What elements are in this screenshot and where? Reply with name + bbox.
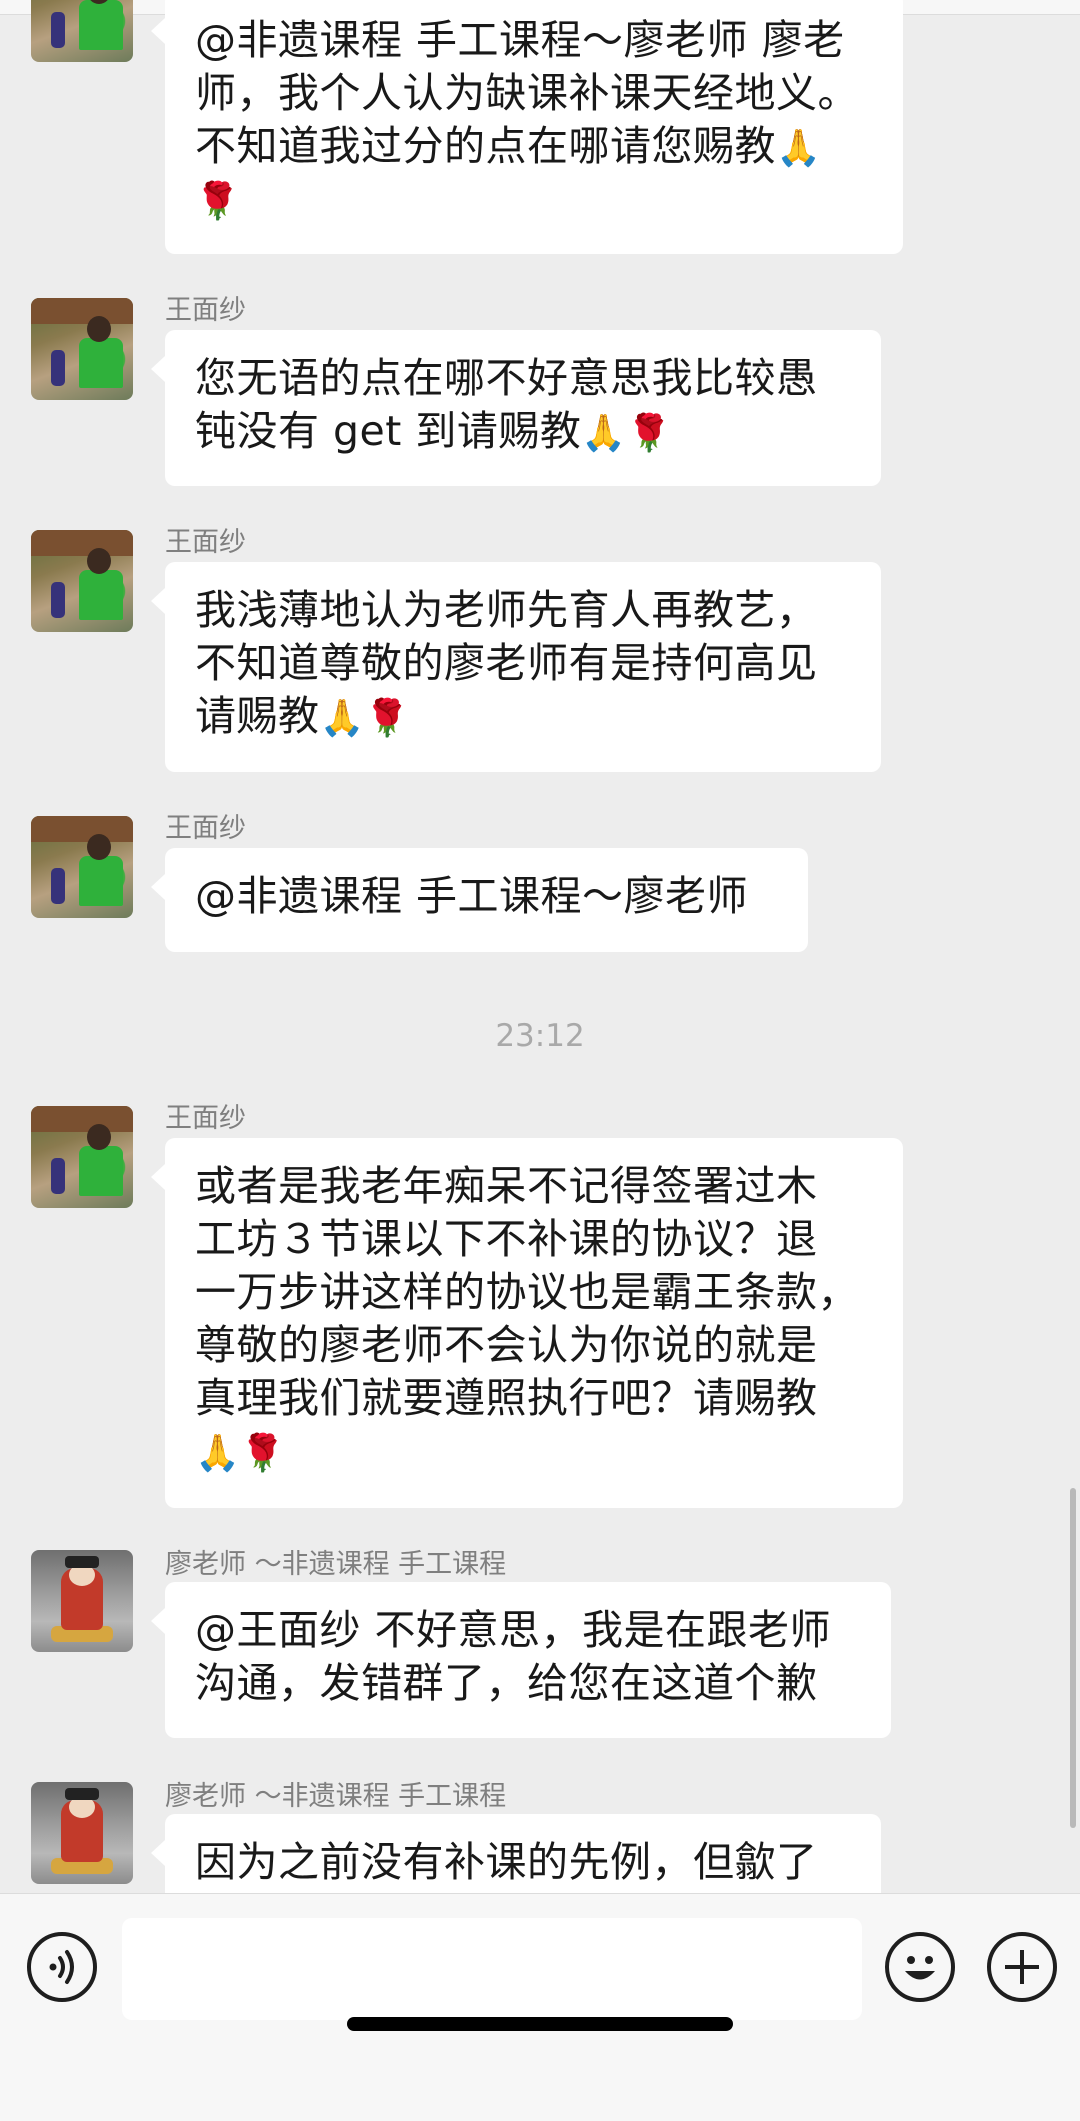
avatar[interactable] [31, 1782, 133, 1884]
pray-emoji: 🙏 [195, 1433, 241, 1474]
message-line: @非遗课程 手工课程～廖老师 廖老 [195, 16, 845, 64]
message-text: 钝没有 get 到请赐教 [195, 407, 582, 455]
rose-emoji: 🌹 [364, 698, 411, 739]
sender-name: 廖老师 ～非遗课程 手工课程 [165, 1781, 507, 1812]
avatar[interactable] [31, 1550, 133, 1652]
message-line: 或者是我老年痴呆不记得签署过木 [195, 1162, 818, 1210]
home-indicator [347, 2017, 733, 2031]
sender-name: 王面纱 [165, 295, 246, 326]
message-line: 不知道我过分的点在哪请您赐教🙏 [195, 120, 873, 173]
message-text: 请赐教 [195, 692, 320, 740]
message-line: @非遗课程 手工课程～廖老师 [195, 872, 749, 920]
pray-emoji: 🙏 [581, 413, 627, 454]
pray-emoji: 🙏 [319, 698, 365, 739]
voice-button[interactable] [27, 1932, 97, 2002]
avatar[interactable] [31, 1106, 133, 1208]
avatar[interactable] [31, 0, 133, 62]
avatar[interactable] [31, 530, 133, 632]
rose-emoji: 🌹 [195, 181, 241, 222]
message-input[interactable] [122, 1918, 862, 2020]
message-bubble[interactable]: 或者是我老年痴呆不记得签署过木 工坊３节课以下不补课的协议？退 一万步讲这样的协… [151, 1138, 903, 1508]
message-line: 🙏🌹 [195, 1425, 873, 1478]
message-line: 不知道尊敬的廖老师有是持何高见 [195, 639, 818, 687]
emoji-button[interactable] [885, 1932, 955, 2002]
timestamp: 23:12 [495, 1018, 585, 1054]
rose-emoji: 🌹 [626, 413, 673, 454]
message-line: 钝没有 get 到请赐教🙏🌹 [195, 405, 851, 458]
message-line: 🌹 [195, 173, 873, 226]
message-bubble[interactable]: @王面纱 不好意思，我是在跟老师 沟通，发错群了，给您在这道个歉 [151, 1582, 891, 1738]
sender-name: 王面纱 [165, 527, 246, 558]
input-toolbar [0, 1893, 1080, 2121]
message-line: 尊敬的廖老师不会认为你说的就是 [195, 1321, 818, 1369]
message-line: 因为之前没有补课的先例，但歙了 [195, 1838, 818, 1886]
message-bubble[interactable]: @非遗课程 手工课程～廖老师 廖老 师，我个人认为缺课补课天经地义。 不知道我过… [151, 0, 903, 254]
sender-name: 王面纱 [165, 813, 246, 844]
message-text: 不知道我过分的点在哪请您赐教 [195, 122, 776, 170]
more-button[interactable] [987, 1932, 1057, 2002]
avatar[interactable] [31, 298, 133, 400]
sender-name: 廖老师 ～非遗课程 手工课程 [165, 1549, 507, 1580]
rose-emoji: 🌹 [240, 1433, 286, 1474]
voice-icon [49, 1950, 74, 1984]
avatar[interactable] [31, 816, 133, 918]
emoji-icon [905, 1956, 935, 1980]
message-line: 工坊３节课以下不补课的协议？退 [195, 1215, 818, 1263]
message-line: 您无语的点在哪不好意思我比较愚 [195, 354, 818, 402]
message-bubble[interactable]: 您无语的点在哪不好意思我比较愚 钝没有 get 到请赐教🙏🌹 [151, 330, 881, 486]
scrollbar[interactable] [1070, 1488, 1076, 1828]
message-line: @王面纱 不好意思，我是在跟老师 [195, 1606, 832, 1654]
sender-name: 王面纱 [165, 1103, 246, 1134]
message-line: 我浅薄地认为老师先育人再教艺， [195, 586, 818, 634]
message-line: 师，我个人认为缺课补课天经地义。 [195, 69, 859, 117]
message-line: 沟通，发错群了，给您在这道个歉 [195, 1659, 818, 1707]
plus-icon [1005, 1950, 1039, 1984]
message-line: 请赐教🙏🌹 [195, 690, 851, 743]
message-line: 一万步讲这样的协议也是霸王条款， [195, 1268, 859, 1316]
message-bubble[interactable]: @非遗课程 手工课程～廖老师 [151, 848, 808, 952]
message-line: 真理我们就要遵照执行吧？请赐教 [195, 1374, 818, 1422]
pray-emoji: 🙏 [776, 128, 822, 169]
message-bubble[interactable]: 我浅薄地认为老师先育人再教艺， 不知道尊敬的廖老师有是持何高见 请赐教🙏🌹 [151, 562, 881, 772]
